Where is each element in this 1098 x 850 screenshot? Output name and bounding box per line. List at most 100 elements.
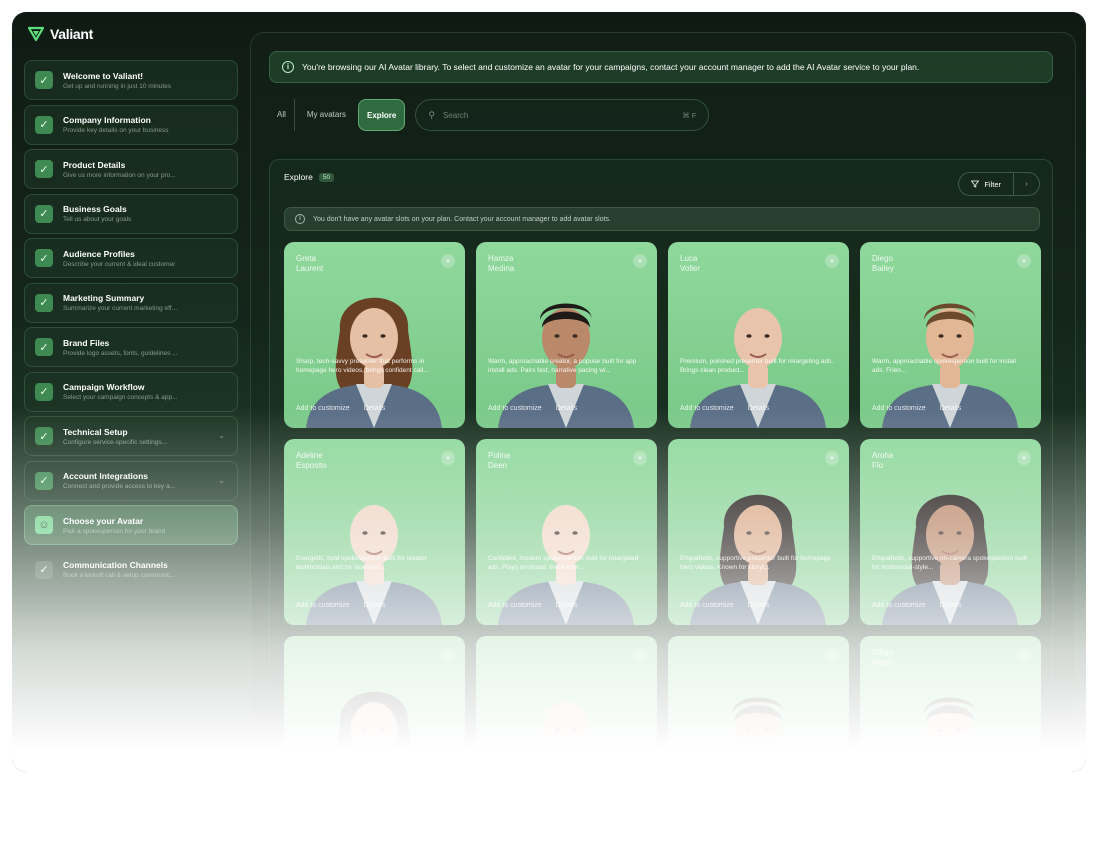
add-to-customize-button[interactable]: Add to customize	[296, 602, 350, 609]
avatar-first-name: Aroha	[872, 451, 894, 460]
search-box[interactable]: ⚲ ⌘ F	[415, 99, 710, 131]
sidebar-step[interactable]: ✓ Campaign Workflow Select your campaign c…	[24, 371, 238, 412]
chevron-right-icon: ›	[1025, 180, 1028, 188]
sidebar-step-subtitle: Describe your current & ideal customer	[63, 260, 176, 268]
tab-my-avatars[interactable]: My avatars	[299, 99, 354, 131]
sidebar-step-title: Brand Files	[63, 337, 110, 348]
avatar-slots-notice: i You don't have any avatar slots on you…	[284, 207, 1040, 231]
add-avatar-icon[interactable]: +	[825, 254, 839, 268]
sidebar-step-title: Welcome to Valiant!	[63, 70, 144, 81]
add-avatar-icon[interactable]: +	[633, 648, 647, 662]
sidebar-step[interactable]: ✓ Communication Channels Book a kickoff ca…	[24, 550, 238, 590]
sidebar-step-subtitle: Give us more information on your pro...	[63, 171, 176, 179]
avatar-card[interactable]: Luca Voller + Premium, polished presente…	[668, 242, 849, 428]
search-shortcut: ⌘ F	[682, 110, 697, 120]
add-avatar-icon[interactable]: +	[633, 451, 647, 465]
avatar-last-name: Walsh	[872, 658, 894, 667]
add-avatar-icon[interactable]: +	[1017, 451, 1031, 465]
details-button[interactable]: Details	[364, 405, 385, 412]
avatar-last-name: Voller	[680, 264, 701, 273]
check-icon: ✓	[35, 427, 53, 445]
avatar-actions: Add to customize Details	[680, 602, 769, 609]
sidebar-step[interactable]: ✓ Company Information Provide key details …	[24, 104, 238, 145]
avatar-actions: Add to customize Details	[872, 405, 961, 412]
avatar-card[interactable]: Ethan Walsh +	[860, 636, 1041, 772]
avatar-last-name: Medina	[488, 264, 515, 273]
sidebar-step-text: Audience Profiles Describe your current &…	[63, 249, 175, 268]
tab-all[interactable]: All	[269, 99, 295, 131]
avatar-card[interactable]: Greta Laurent + Sharp, tech-savvy presen…	[284, 242, 465, 428]
avatar-name	[488, 648, 548, 658]
info-banner-text: You're browsing our AI Avatar library. T…	[302, 62, 920, 72]
brand-logo[interactable]: Valiant	[28, 22, 238, 46]
add-avatar-icon[interactable]: +	[633, 254, 647, 268]
sidebar-step[interactable]: ✓ Product Details Give us more information…	[24, 149, 238, 189]
add-avatar-icon[interactable]: +	[441, 451, 455, 465]
avatar-first-name: Polina	[488, 451, 511, 460]
add-avatar-icon[interactable]: +	[441, 254, 455, 268]
add-avatar-icon[interactable]: +	[1017, 254, 1031, 268]
details-button[interactable]: Details	[364, 602, 385, 609]
sidebar-step-subtitle: Tell us about your goals	[63, 216, 132, 223]
avatar-name: Hamza Medina	[488, 254, 548, 274]
avatar-card[interactable]: Polina Deen + Confident, modern spokespe…	[476, 439, 657, 625]
add-avatar-icon[interactable]: +	[825, 648, 839, 662]
details-button[interactable]: Details	[940, 602, 961, 609]
avatar-last-name: Bailey	[872, 264, 894, 273]
onboarding-steps: ✓ Welcome to Valiant! Get up and running i…	[24, 60, 238, 590]
sidebar-step[interactable]: ✓ Marketing Summary Summarize your current…	[24, 282, 238, 323]
add-to-customize-button[interactable]: Add to customize	[680, 602, 734, 609]
add-to-customize-button[interactable]: Add to customize	[872, 602, 926, 609]
add-to-customize-button[interactable]: Add to customize	[680, 405, 734, 412]
check-icon: ✓	[35, 560, 53, 579]
avatar-card[interactable]: Aroha Flo + Empathetic, supportive on-ca…	[860, 439, 1041, 625]
add-avatar-icon[interactable]: +	[441, 648, 455, 662]
sidebar-step-title: Choose your Avatar	[63, 515, 144, 526]
avatar-card[interactable]: Adeline Esposito + Energetic, bold spoke…	[284, 439, 465, 625]
avatar-description: Energetic, bold spokesperson built for c…	[296, 555, 427, 571]
details-button[interactable]: Details	[940, 405, 961, 412]
add-to-customize-button[interactable]: Add to customize	[488, 405, 542, 412]
sidebar-step[interactable]: ✓ Business Goals Tell us about your goals	[24, 193, 238, 234]
sidebar-step[interactable]: ✓ Audience Profiles Describe your current …	[24, 238, 238, 278]
avatar-name: Aroha Flo	[872, 451, 932, 471]
tab-explore[interactable]: Explore	[358, 99, 406, 131]
sidebar-step-subtitle: Connect and provide access to key a...	[63, 483, 176, 490]
details-button[interactable]: Details	[556, 405, 577, 412]
check-icon: ✓	[35, 204, 53, 223]
add-to-customize-button[interactable]: Add to customize	[488, 602, 542, 609]
sidebar-step-subtitle: Provide logo assets, fonts, guidelines .…	[63, 349, 178, 357]
details-button[interactable]: Details	[748, 602, 769, 609]
info-icon: i	[295, 214, 305, 224]
avatar-card[interactable]: Diego Bailey + Warm, approachable spokes…	[860, 242, 1041, 428]
sidebar-step[interactable]: ☺ Choose your Avatar Pick a spokesperson f…	[24, 505, 238, 545]
avatar-card[interactable]: +	[668, 636, 849, 772]
onboarding-sidebar: Valiant ✓ Welcome to Valiant! Get up and r…	[24, 22, 238, 594]
add-to-customize-button[interactable]: Add to customize	[296, 405, 350, 412]
filter-control: Filter ›	[958, 172, 1040, 196]
add-avatar-icon[interactable]: +	[1017, 648, 1031, 662]
filter-dropdown-button[interactable]: ›	[1013, 173, 1039, 195]
sidebar-step[interactable]: ✓ Welcome to Valiant! Get up and running i…	[24, 60, 238, 100]
avatar-card[interactable]: Hamza Medina + Warm, approachable creato…	[476, 242, 657, 428]
check-icon: ✓	[35, 338, 53, 356]
brand-name: Valiant	[50, 26, 94, 42]
sidebar-step-subtitle: Get up and running in just 10 minutes	[63, 82, 172, 90]
details-button[interactable]: Details	[748, 405, 769, 412]
add-to-customize-button[interactable]: Add to customize	[872, 405, 926, 412]
add-avatar-icon[interactable]: +	[825, 451, 839, 465]
avatar-card[interactable]: +	[476, 636, 657, 772]
sidebar-step[interactable]: ✓ Brand Files Provide logo assets, fonts, …	[24, 327, 238, 367]
avatar-name	[680, 451, 740, 461]
avatar-card[interactable]: + Empathetic, supportive presenter built…	[668, 439, 849, 625]
avatar-first-name: Ethan	[872, 648, 893, 657]
sidebar-step-text: Product Details Give us more information …	[63, 160, 176, 179]
details-button[interactable]: Details	[556, 602, 577, 609]
search-input[interactable]	[442, 110, 675, 120]
avatar-card[interactable]: +	[284, 636, 465, 772]
filter-button[interactable]: Filter	[959, 173, 1013, 195]
sidebar-step[interactable]: ✓ Account Integrations Connect and provide…	[24, 460, 238, 501]
sidebar-step-subtitle: Book a kickoff call & setup communic...	[63, 572, 176, 579]
check-icon: ✓	[35, 471, 53, 490]
sidebar-step[interactable]: ✓ Technical Setup Configure service-specif…	[24, 416, 238, 456]
